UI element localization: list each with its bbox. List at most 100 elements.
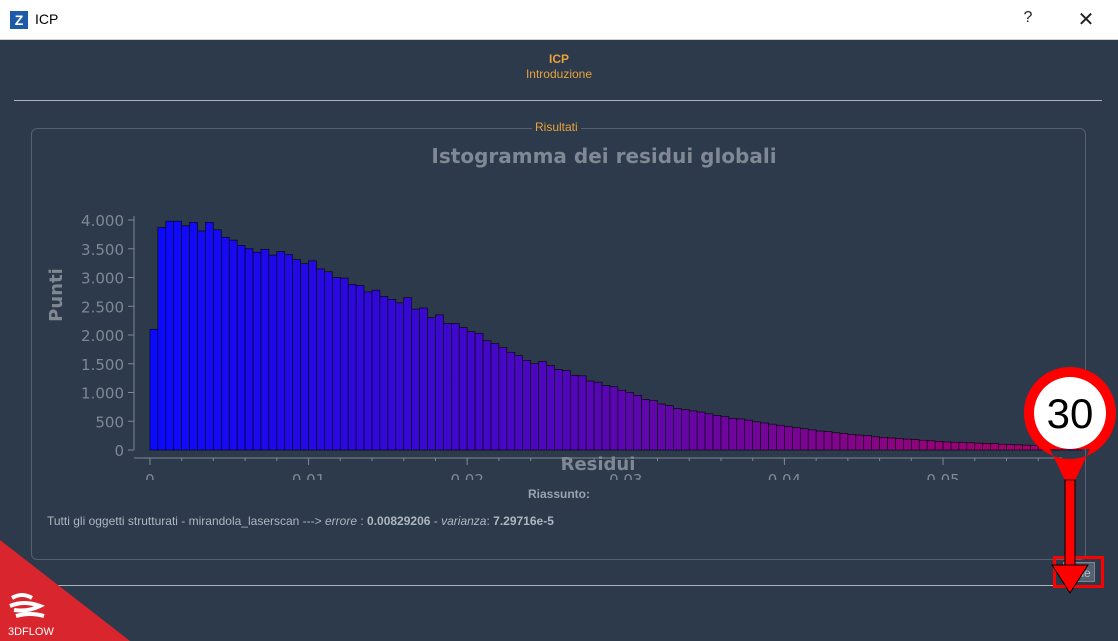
histogram-bar	[918, 439, 928, 451]
histogram-bar	[665, 405, 674, 451]
histogram-bar	[284, 254, 293, 451]
histogram-bar	[601, 385, 611, 451]
histogram-bar	[760, 422, 769, 451]
histogram-bar	[736, 418, 746, 451]
histogram-bar	[427, 317, 436, 451]
histogram-bar	[815, 430, 825, 451]
histogram-bar	[593, 381, 603, 451]
histogram-bar	[181, 225, 190, 451]
x-tick-label: 0,05	[926, 471, 959, 480]
histogram-bar	[744, 419, 753, 451]
variance-value: 7.29716e-5	[493, 514, 554, 528]
histogram-bar	[926, 440, 936, 451]
histogram-bar	[696, 411, 706, 451]
app-logo-icon: Z	[10, 11, 28, 29]
histogram-bar	[252, 251, 262, 451]
histogram-bar	[720, 416, 730, 451]
y-tick-label: 1.000	[81, 385, 124, 403]
histogram-bar	[569, 374, 579, 451]
histogram-chart: Istogramma dei residui globali Punti Res…	[46, 144, 1082, 480]
histogram-bar	[324, 271, 333, 451]
histogram-bar	[213, 229, 222, 451]
x-tick-label: 0,04	[768, 471, 801, 480]
y-tick-label: 500	[95, 413, 124, 431]
histogram-bar	[379, 296, 389, 451]
histogram-bar	[157, 227, 167, 451]
y-tick-label: 2.500	[81, 298, 124, 316]
window-titlebar: Z ICP ? ✕	[0, 0, 1118, 40]
histogram-bar	[538, 361, 547, 451]
histogram-bar	[268, 254, 278, 451]
y-tick-label: 1.500	[81, 356, 124, 374]
histogram-bar	[387, 299, 397, 451]
histogram-bar	[823, 431, 833, 451]
histogram-bar	[514, 355, 523, 451]
histogram-bar	[221, 236, 230, 451]
histogram-bar	[847, 434, 857, 451]
histogram-bar	[950, 441, 960, 451]
step-marker: 30	[1023, 367, 1116, 594]
histogram-bar	[355, 285, 365, 451]
histogram-bar	[292, 259, 301, 451]
histogram-bar	[300, 263, 309, 451]
histogram-bar	[577, 375, 587, 451]
histogram-bar	[443, 323, 452, 451]
histogram-bar	[371, 289, 381, 451]
window-title: ICP	[35, 11, 59, 27]
histogram-bar	[435, 314, 444, 451]
page-subtitle: Introduzione	[525, 67, 593, 81]
histogram-bar	[205, 222, 214, 451]
histogram-bar	[704, 413, 714, 451]
histogram-bar	[562, 370, 571, 451]
summary-line: Tutti gli oggetti strutturati - mirandol…	[47, 514, 554, 528]
histogram-bar	[887, 437, 896, 451]
histogram-bar	[617, 389, 627, 451]
histogram-bar	[197, 230, 206, 451]
histogram-bar	[482, 340, 492, 451]
x-tick-label: 0	[145, 471, 155, 480]
histogram-bar	[728, 418, 738, 451]
histogram-bar	[752, 421, 761, 451]
brand-name: 3DFLOW	[8, 626, 54, 638]
footer-divider	[48, 585, 1102, 586]
histogram-bar	[895, 438, 904, 451]
close-button[interactable]: ✕	[1073, 7, 1099, 32]
histogram-bar	[363, 291, 373, 451]
histogram-bar	[776, 424, 785, 451]
histogram-bar	[807, 429, 817, 451]
histogram-bar	[458, 327, 468, 451]
page-title: ICP	[548, 52, 569, 66]
histogram-bar	[792, 427, 801, 451]
histogram-bar	[649, 400, 658, 451]
histogram-bar	[1006, 444, 1015, 451]
summary-prefix: Tutti gli oggetti strutturati - mirandol…	[47, 514, 325, 528]
help-button[interactable]: ?	[1018, 9, 1038, 27]
histogram-bar	[339, 277, 349, 451]
histogram-bar	[530, 363, 539, 451]
histogram-bar	[974, 442, 983, 451]
histogram-bar	[546, 365, 555, 451]
histogram-bar	[641, 399, 650, 451]
x-tick-label: 0,02	[450, 471, 483, 480]
chart-title: Istogramma dei residui globali	[431, 144, 776, 168]
histogram-bar	[236, 245, 246, 451]
histogram-bar	[784, 426, 793, 451]
histogram-bar	[260, 249, 270, 451]
y-tick-label: 4.000	[81, 212, 124, 230]
histogram-bar	[308, 260, 317, 451]
error-label: errore	[325, 514, 358, 528]
error-value: 0.00829206	[367, 514, 431, 528]
histogram-bar	[839, 433, 849, 451]
histogram-bars	[149, 220, 1082, 451]
histogram-bar	[506, 351, 516, 451]
histogram-bar	[189, 222, 198, 451]
header-divider	[14, 100, 1102, 101]
histogram-bar	[863, 435, 872, 451]
histogram-bar	[419, 307, 428, 451]
chart-ylabel: Punti	[46, 268, 67, 322]
histogram-bar	[173, 220, 182, 451]
histogram-bar	[554, 369, 563, 451]
histogram-bar	[799, 428, 809, 451]
histogram-bar	[585, 380, 595, 451]
histogram-bar	[244, 248, 254, 451]
